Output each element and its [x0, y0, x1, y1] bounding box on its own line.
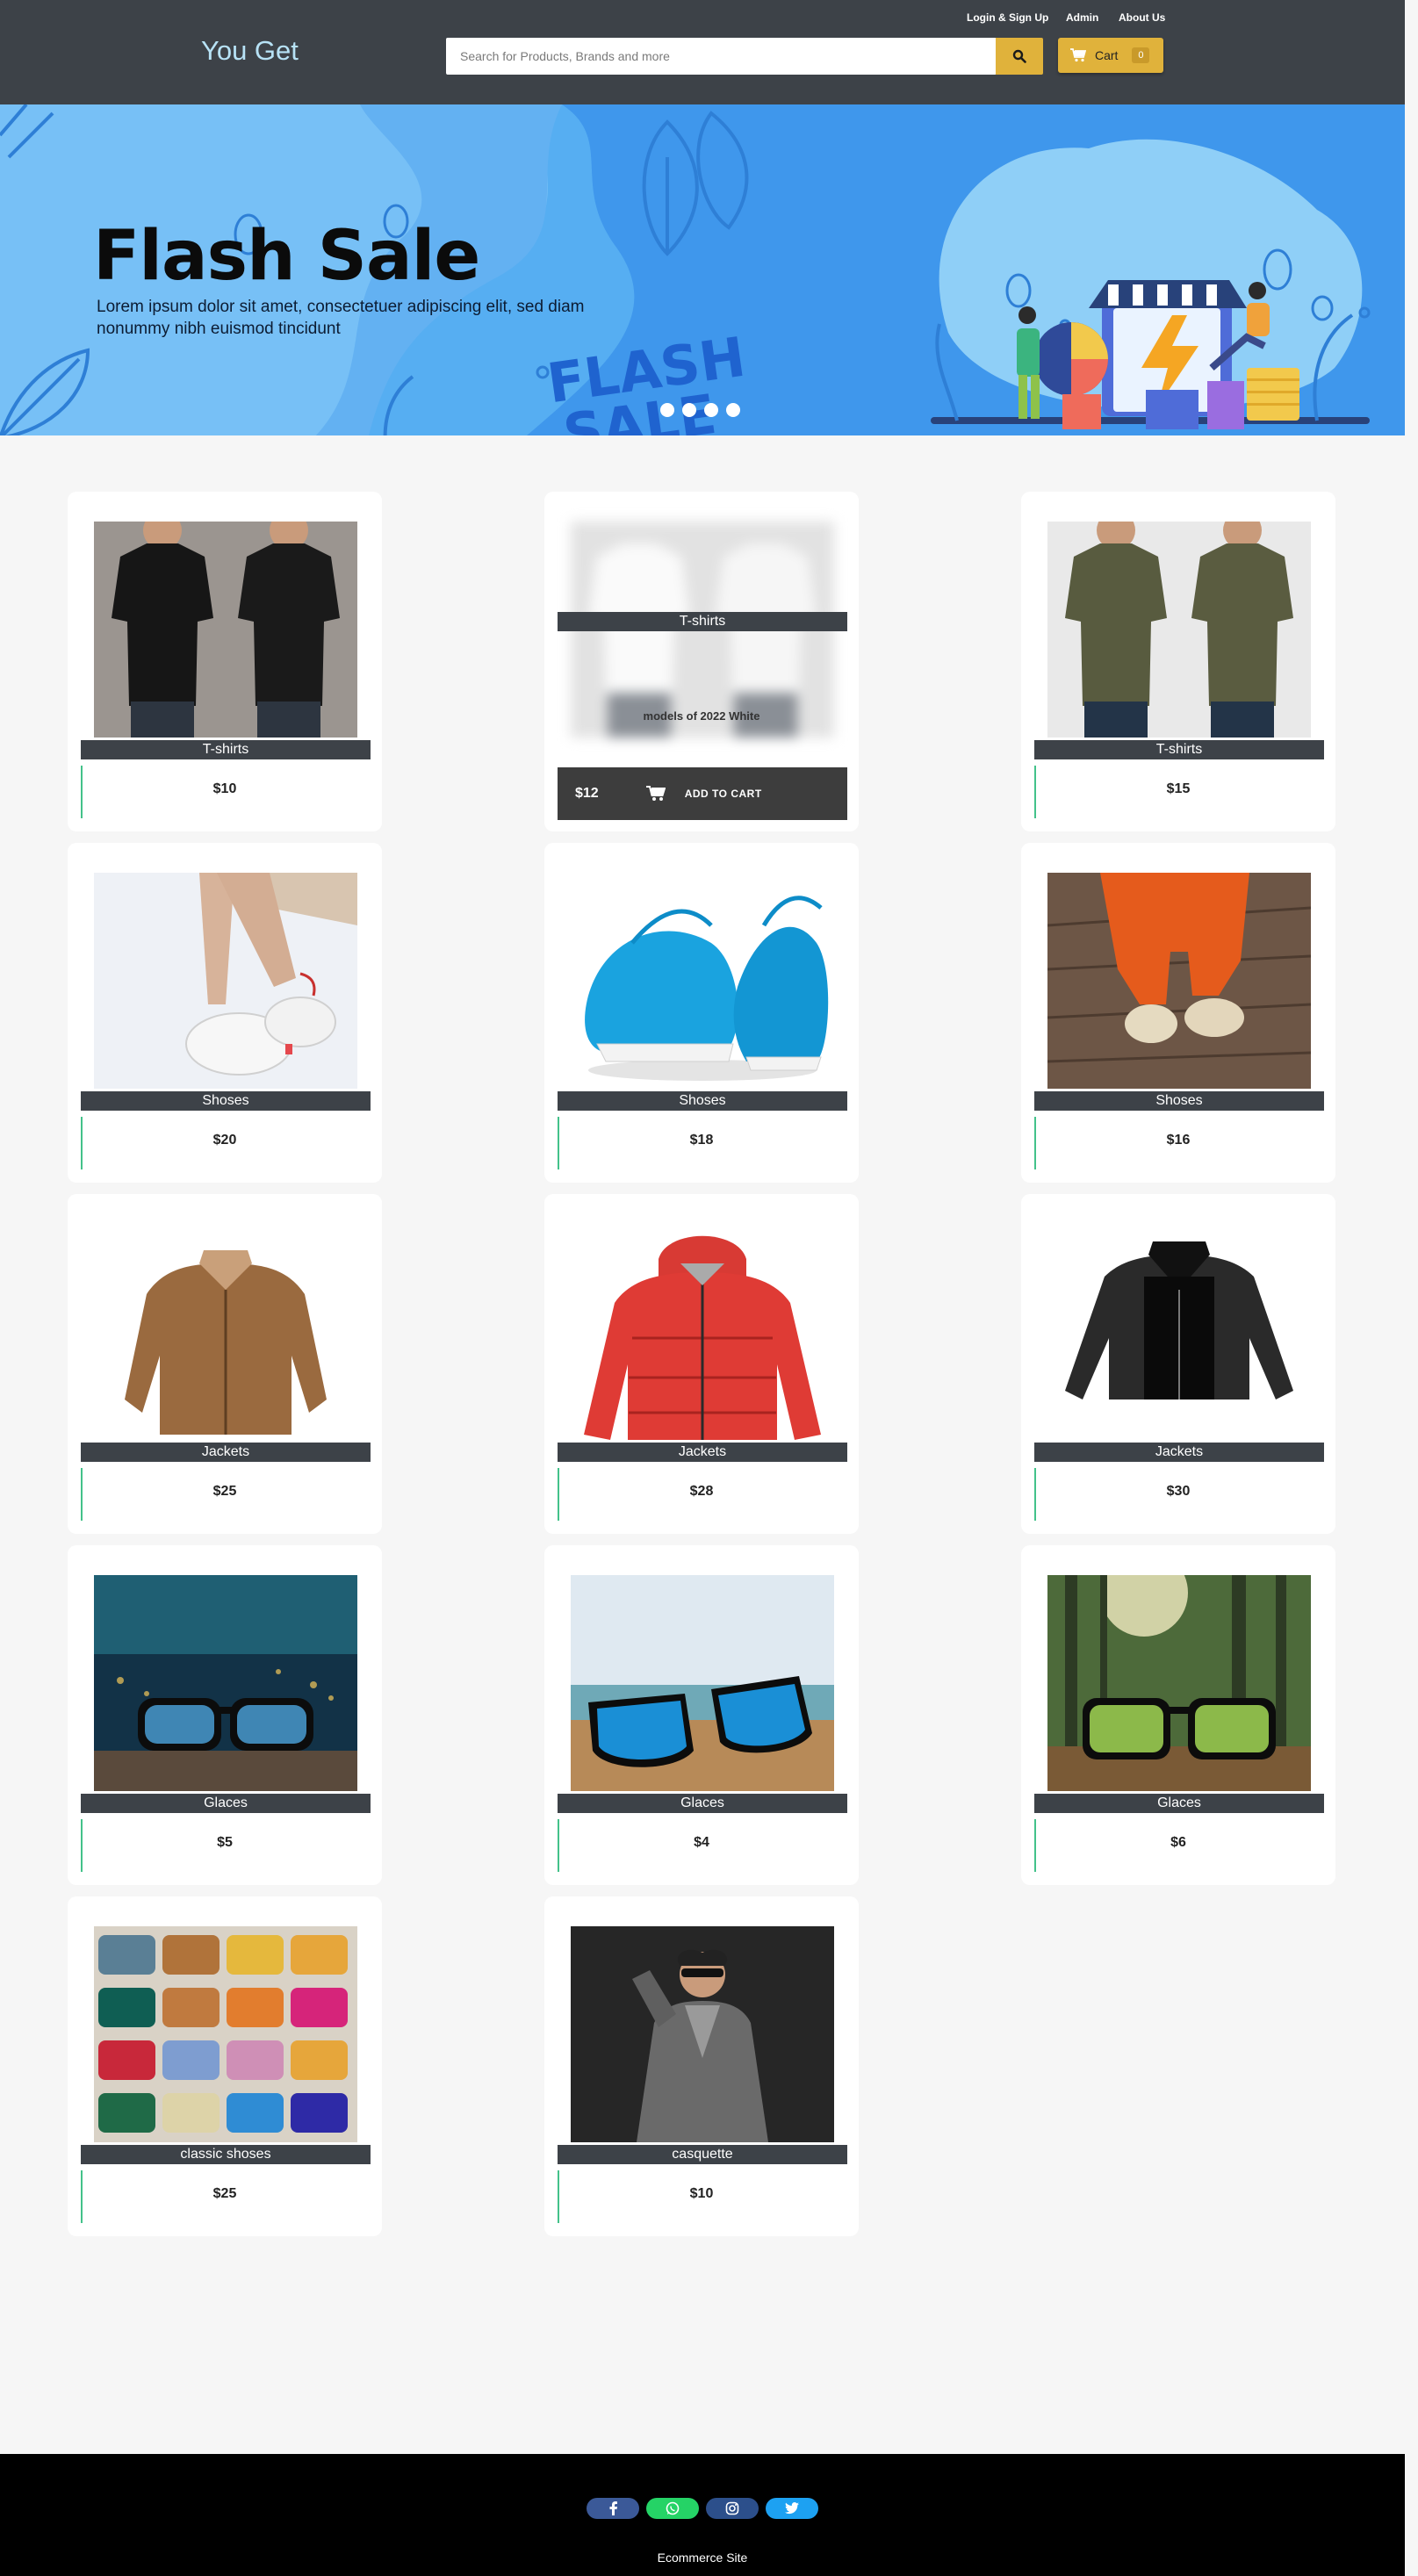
login-signup-link[interactable]: Login & Sign Up	[967, 11, 1048, 24]
product-image[interactable]	[1047, 522, 1311, 738]
about-us-link[interactable]: About Us	[1119, 11, 1165, 24]
product-category: casquette	[558, 2145, 847, 2164]
product-buy-bar: $12 ADD TO CART	[558, 767, 847, 820]
product-image[interactable]	[94, 1575, 357, 1791]
product-category: Glaces	[558, 1794, 847, 1813]
cart-label: Cart	[1095, 48, 1119, 62]
product-card[interactable]: Jackets $25	[68, 1194, 382, 1534]
product-category: Shoses	[81, 1091, 371, 1111]
product-card[interactable]: classic shoses $25	[68, 1896, 382, 2236]
cart-icon	[1070, 48, 1086, 62]
product-price: $25	[212, 2186, 237, 2201]
carousel-dot-2[interactable]	[682, 403, 696, 417]
product-category: Jackets	[558, 1443, 847, 1462]
product-image[interactable]	[94, 1926, 357, 2142]
brand-logo[interactable]: You Get	[201, 35, 299, 67]
product-image[interactable]	[94, 522, 357, 738]
search-input[interactable]	[446, 38, 995, 75]
product-price: $10	[689, 2186, 714, 2201]
twitter-icon[interactable]	[766, 2498, 818, 2519]
search-bar	[446, 38, 997, 75]
product-category: Shoses	[1034, 1091, 1324, 1111]
carousel-dot-3[interactable]	[704, 403, 718, 417]
product-card[interactable]: Glaces $6	[1021, 1545, 1335, 1885]
product-category: classic shoses	[81, 2145, 371, 2164]
product-price: $6	[1170, 1835, 1186, 1850]
carousel-indicators	[660, 403, 740, 417]
cart-button[interactable]: Cart 0	[1058, 38, 1163, 73]
product-price: $4	[694, 1835, 709, 1850]
product-category: Jackets	[81, 1443, 371, 1462]
product-category: T-shirts	[558, 612, 847, 631]
product-description: models of 2022 White	[643, 709, 760, 723]
banner-subtitle: Lorem ipsum dolor sit amet, consectetuer…	[97, 298, 585, 338]
search-icon	[1012, 49, 1026, 63]
top-links: Login & Sign Up Admin About Us	[0, 11, 1405, 29]
search-button[interactable]	[996, 38, 1043, 75]
product-price: $10	[212, 781, 237, 796]
product-price: $5	[217, 1835, 233, 1850]
product-category: Jackets	[1034, 1443, 1324, 1462]
site-header: You Get Login & Sign Up Admin About Us C…	[0, 0, 1405, 104]
product-image[interactable]	[571, 873, 834, 1089]
product-card[interactable]: Jackets $30	[1021, 1194, 1335, 1534]
product-image[interactable]	[1047, 1575, 1311, 1791]
product-price: $28	[689, 1484, 714, 1499]
product-image[interactable]	[94, 1224, 357, 1440]
product-card[interactable]: Shoses $20	[68, 843, 382, 1183]
add-to-cart-button[interactable]: ADD TO CART	[645, 786, 762, 802]
product-image[interactable]	[1047, 873, 1311, 1089]
product-category: Shoses	[558, 1091, 847, 1111]
product-image[interactable]	[571, 1926, 834, 2142]
social-links	[587, 2498, 818, 2519]
carousel-dot-4[interactable]	[726, 403, 740, 417]
product-card[interactable]: T-shirts $10	[68, 492, 382, 831]
footer-text: Ecommerce Site	[657, 2551, 748, 2565]
product-card[interactable]: Shoses $16	[1021, 843, 1335, 1183]
product-card[interactable]: Glaces $5	[68, 1545, 382, 1885]
product-image[interactable]	[94, 873, 357, 1089]
admin-link[interactable]: Admin	[1066, 11, 1098, 24]
product-card[interactable]: Jackets $28	[544, 1194, 859, 1534]
cart-count-badge: 0	[1132, 47, 1150, 63]
product-card[interactable]: Glaces $4	[544, 1545, 859, 1885]
product-category: Glaces	[81, 1794, 371, 1813]
product-category: T-shirts	[81, 740, 371, 759]
product-price: $18	[689, 1133, 714, 1148]
product-price: $20	[212, 1133, 237, 1148]
product-image[interactable]	[571, 1224, 834, 1440]
banner-title: Flash Sale	[93, 217, 480, 296]
site-footer: Ecommerce Site	[0, 2454, 1405, 2576]
product-card-hovered[interactable]: T-shirts models of 2022 White $12 ADD TO…	[544, 492, 859, 831]
product-card[interactable]: casquette $10	[544, 1896, 859, 2236]
product-price: $16	[1166, 1133, 1191, 1148]
cart-icon	[645, 786, 666, 801]
product-image[interactable]	[571, 1575, 834, 1791]
product-price: $15	[1166, 781, 1191, 796]
product-card[interactable]: Shoses $18	[544, 843, 859, 1183]
instagram-icon[interactable]	[706, 2498, 759, 2519]
carousel-dot-1[interactable]	[660, 403, 674, 417]
add-to-cart-label: ADD TO CART	[684, 788, 762, 800]
product-price: $30	[1166, 1484, 1191, 1499]
hero-banner: FLASH SALE Flash Sale Lorem ipsum dolor …	[0, 104, 1405, 435]
product-card[interactable]: T-shirts $15	[1021, 492, 1335, 831]
product-image[interactable]	[1047, 1224, 1311, 1440]
product-price: $25	[212, 1484, 237, 1499]
product-category: Glaces	[1034, 1794, 1324, 1813]
facebook-icon[interactable]	[587, 2498, 639, 2519]
whatsapp-icon[interactable]	[646, 2498, 699, 2519]
product-category: T-shirts	[1034, 740, 1324, 759]
product-price: $12	[575, 786, 599, 801]
